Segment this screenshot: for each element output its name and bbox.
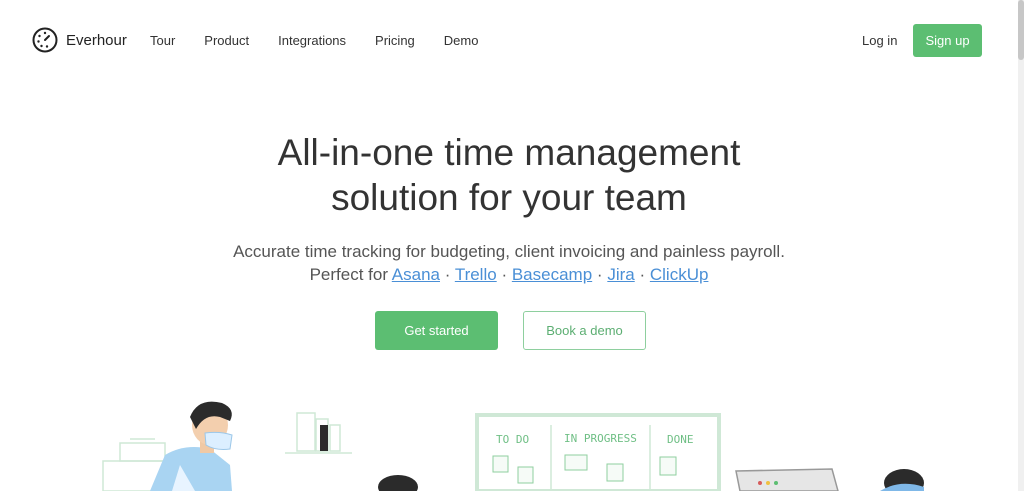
nav-pricing[interactable]: Pricing <box>375 33 415 48</box>
board-column-todo: TO DO <box>496 433 529 446</box>
nav-product[interactable]: Product <box>204 33 249 48</box>
subtitle-line-1: Accurate time tracking for budgeting, cl… <box>233 242 785 261</box>
link-jira[interactable]: Jira <box>607 265 634 284</box>
kanban-board: TO DO IN PROGRESS DONE <box>475 413 721 491</box>
person-head-illustration <box>378 475 418 491</box>
signup-button[interactable]: Sign up <box>913 24 982 57</box>
scrollbar-thumb[interactable] <box>1018 0 1024 60</box>
link-trello[interactable]: Trello <box>455 265 497 284</box>
main-nav: Tour Product Integrations Pricing Demo <box>150 33 507 48</box>
hero-title-line-2: solution for your team <box>331 177 687 218</box>
link-basecamp[interactable]: Basecamp <box>512 265 592 284</box>
person-head-illustration <box>880 469 924 491</box>
laptop-illustration <box>735 468 839 491</box>
nav-integrations[interactable]: Integrations <box>278 33 346 48</box>
separator: · <box>501 265 508 284</box>
hero-subtitle: Accurate time tracking for budgeting, cl… <box>0 240 1018 286</box>
hero-title: All-in-one time management solution for … <box>0 130 1018 220</box>
nav-demo[interactable]: Demo <box>444 33 479 48</box>
perfect-for-label: Perfect for <box>309 265 388 284</box>
brand-name: Everhour <box>66 31 127 49</box>
get-started-button[interactable]: Get started <box>375 311 498 350</box>
hero-illustration: TO DO IN PROGRESS DONE <box>102 401 924 491</box>
separator: · <box>444 265 451 284</box>
link-clickup[interactable]: ClickUp <box>650 265 709 284</box>
book-demo-button[interactable]: Book a demo <box>523 311 646 350</box>
clock-logo-icon <box>32 27 58 53</box>
board-column-done: DONE <box>667 433 694 446</box>
bookshelf-outline <box>285 412 352 454</box>
login-link[interactable]: Log in <box>862 33 897 48</box>
scrollbar[interactable] <box>1018 0 1024 491</box>
separator: · <box>596 265 603 284</box>
book-icon <box>320 425 328 451</box>
separator: · <box>639 265 646 284</box>
site-header: Everhour Tour Product Integrations Prici… <box>0 0 1024 80</box>
board-column-in-progress: IN PROGRESS <box>564 432 637 445</box>
logo[interactable]: Everhour <box>32 27 127 53</box>
nav-tour[interactable]: Tour <box>150 33 175 48</box>
link-asana[interactable]: Asana <box>392 265 440 284</box>
hero-title-line-1: All-in-one time management <box>277 132 741 173</box>
subtitle-line-2: Perfect for Asana · Trello · Basecamp · … <box>0 263 1018 286</box>
person-illustration <box>150 401 233 491</box>
